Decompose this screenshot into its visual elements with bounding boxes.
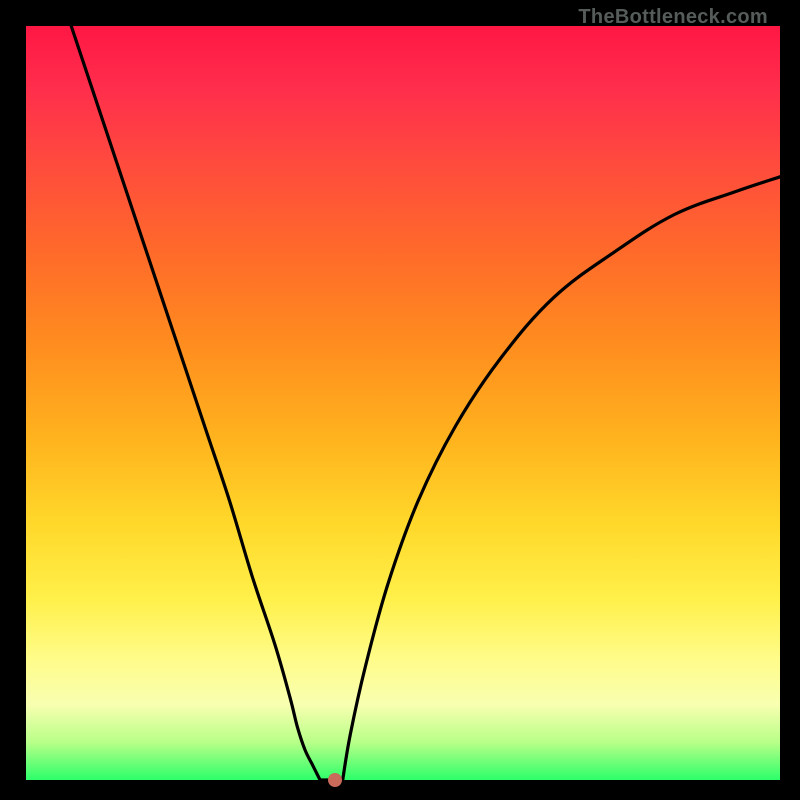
- chart-curves: [26, 26, 780, 780]
- curve-right: [343, 177, 780, 780]
- chart-frame: TheBottleneck.com: [0, 0, 800, 800]
- curve-left: [71, 26, 320, 780]
- minimum-marker: [328, 773, 342, 787]
